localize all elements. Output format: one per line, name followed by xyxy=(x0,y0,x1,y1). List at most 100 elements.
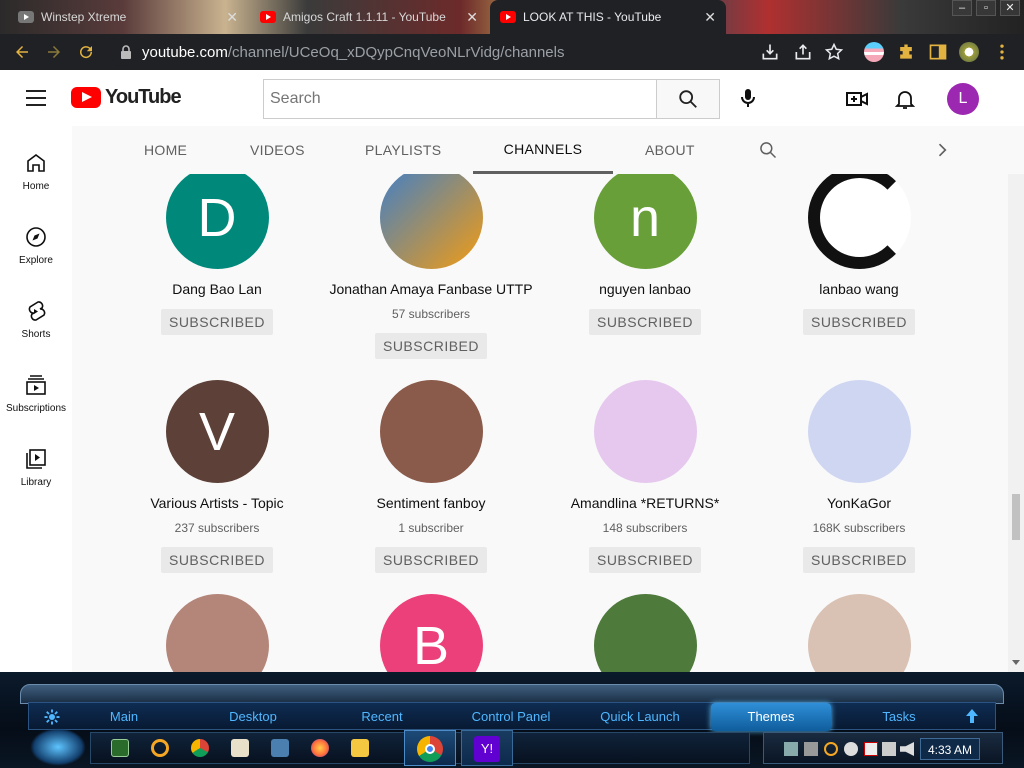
bookmark-star-icon[interactable] xyxy=(824,42,844,62)
search-launch-icon[interactable] xyxy=(151,739,169,757)
up-arrow-icon[interactable] xyxy=(965,708,979,724)
taskbar-menu-main[interactable]: Main xyxy=(74,703,174,731)
minimize-icon[interactable]: – xyxy=(952,0,972,16)
profile-avatar-icon[interactable] xyxy=(959,42,979,62)
channel-name[interactable]: Various Artists - Topic xyxy=(110,495,324,511)
page-scrollbar[interactable] xyxy=(1008,174,1024,672)
settings-gear-icon[interactable] xyxy=(43,708,61,726)
youtube-logo[interactable]: YouTube xyxy=(71,86,182,109)
taskbar-menu-tasks[interactable]: Tasks xyxy=(849,703,949,731)
search-input[interactable] xyxy=(263,79,657,119)
sidebar-item-explore[interactable]: Explore xyxy=(0,212,72,286)
flag-icon[interactable] xyxy=(864,742,878,756)
menu-icon[interactable] xyxy=(26,90,46,106)
side-panel-icon[interactable] xyxy=(928,42,948,62)
taskbar-menu-themes[interactable]: Themes xyxy=(711,703,831,731)
taskbar-menu-control-panel[interactable]: Control Panel xyxy=(461,703,561,731)
extensions-icon[interactable] xyxy=(896,42,916,62)
chevron-right-icon[interactable] xyxy=(932,140,952,160)
scrollbar-thumb[interactable] xyxy=(1012,494,1020,540)
channel-avatar[interactable] xyxy=(593,594,697,672)
maximize-icon[interactable]: ▫ xyxy=(976,0,996,16)
subscribed-button[interactable]: SUBSCRIBED xyxy=(588,309,702,335)
channel-name[interactable]: YonKaGor xyxy=(752,495,966,511)
subscribed-button[interactable]: SUBSCRIBED xyxy=(802,547,916,573)
monitor-icon[interactable] xyxy=(882,742,896,756)
sidebar-item-shorts[interactable]: Shorts xyxy=(0,286,72,360)
block-icon[interactable] xyxy=(844,742,858,756)
channel-name[interactable]: nguyen lanbao xyxy=(538,281,752,297)
subscribed-button[interactable]: SUBSCRIBED xyxy=(374,547,488,573)
channel-avatar[interactable]: V xyxy=(165,380,269,483)
channel-avatar[interactable] xyxy=(165,594,269,672)
forward-icon[interactable] xyxy=(38,36,70,68)
subscribed-button[interactable]: SUBSCRIBED xyxy=(802,309,916,335)
tab-playlists[interactable]: PLAYLISTS xyxy=(365,126,441,174)
channel-avatar[interactable] xyxy=(807,594,911,672)
channel-name[interactable]: Amandlina *RETURNS* xyxy=(538,495,752,511)
channel-avatar[interactable]: B xyxy=(379,594,483,672)
yahoo-messenger-task-button[interactable]: Y! xyxy=(461,730,513,766)
taskbar-menu-recent[interactable]: Recent xyxy=(332,703,432,731)
start-orb-icon[interactable] xyxy=(30,728,86,766)
sidebar-item-library[interactable]: Library xyxy=(0,434,72,508)
sidebar-item-label: Subscriptions xyxy=(5,403,67,414)
tab-channels[interactable]: CHANNELS xyxy=(473,126,613,174)
channel-avatar[interactable]: n xyxy=(593,174,697,269)
terminal-icon[interactable] xyxy=(111,739,129,757)
install-icon[interactable] xyxy=(760,42,780,62)
channel-name[interactable]: Dang Bao Lan xyxy=(110,281,324,297)
tab-home[interactable]: HOME xyxy=(144,126,187,174)
network-icon[interactable] xyxy=(784,742,798,756)
subscribed-button[interactable]: SUBSCRIBED xyxy=(160,309,274,335)
search-button[interactable] xyxy=(656,79,720,119)
subscribed-button[interactable]: SUBSCRIBED xyxy=(160,547,274,573)
profile-flag-icon[interactable] xyxy=(864,42,884,62)
microphone-icon[interactable] xyxy=(736,86,760,110)
share-icon[interactable] xyxy=(793,42,813,62)
channel-avatar[interactable] xyxy=(379,380,483,483)
chrome-launch-icon[interactable] xyxy=(191,739,209,757)
create-video-icon[interactable] xyxy=(845,87,869,111)
tab-close-icon[interactable]: ✕ xyxy=(704,9,716,26)
address-bar[interactable]: youtube.com/channel/UCeOq_xDQypCnqVeoNLr… xyxy=(110,38,850,66)
usb-icon[interactable] xyxy=(804,742,818,756)
chrome-task-button[interactable] xyxy=(404,730,456,766)
sidebar-item-subscriptions[interactable]: Subscriptions xyxy=(0,360,72,434)
firefox-icon[interactable] xyxy=(311,739,329,757)
channel-name[interactable]: Jonathan Amaya Fanbase UTTP xyxy=(324,281,538,297)
account-avatar[interactable]: L xyxy=(947,83,979,115)
taskbar-menu-quick-launch[interactable]: Quick Launch xyxy=(590,703,690,731)
close-window-icon[interactable]: ✕ xyxy=(1000,0,1020,16)
scroll-down-arrow-icon[interactable] xyxy=(1012,660,1020,665)
channel-avatar[interactable] xyxy=(379,174,483,269)
search-tray-icon[interactable] xyxy=(824,742,838,756)
back-icon[interactable] xyxy=(6,36,38,68)
volume-icon[interactable] xyxy=(900,742,914,756)
book-icon[interactable] xyxy=(231,739,249,757)
sidebar-item-home[interactable]: Home xyxy=(0,138,72,212)
tab-close-icon[interactable]: ✕ xyxy=(466,9,478,26)
tab-close-icon[interactable]: ✕ xyxy=(226,9,238,26)
tab-videos[interactable]: VIDEOS xyxy=(250,126,305,174)
browser-tab-amigos[interactable]: Amigos Craft 1.1.11 - YouTube ✕ xyxy=(250,0,488,34)
channel-avatar[interactable] xyxy=(593,380,697,483)
browser-tab-winstep[interactable]: Winstep Xtreme ✕ xyxy=(8,0,248,34)
folder-icon[interactable] xyxy=(351,739,369,757)
reload-icon[interactable] xyxy=(70,36,102,68)
subscribed-button[interactable]: SUBSCRIBED xyxy=(374,333,488,359)
channel-name[interactable]: lanbao wang xyxy=(752,281,966,297)
screenshot-icon[interactable] xyxy=(271,739,289,757)
channel-avatar[interactable] xyxy=(807,380,911,483)
channel-name[interactable]: Sentiment fanboy xyxy=(324,495,538,511)
channel-avatar[interactable] xyxy=(807,174,911,269)
more-menu-icon[interactable] xyxy=(992,42,1012,62)
clock[interactable]: 4:33 AM xyxy=(920,738,980,760)
tab-about[interactable]: ABOUT xyxy=(645,126,695,174)
channel-avatar[interactable]: D xyxy=(165,174,269,269)
browser-tab-look-at-this[interactable]: LOOK AT THIS - YouTube ✕ xyxy=(490,0,726,34)
subscribed-button[interactable]: SUBSCRIBED xyxy=(588,547,702,573)
notifications-bell-icon[interactable] xyxy=(893,87,917,111)
channel-search-icon[interactable] xyxy=(758,140,778,160)
taskbar-menu-desktop[interactable]: Desktop xyxy=(203,703,303,731)
